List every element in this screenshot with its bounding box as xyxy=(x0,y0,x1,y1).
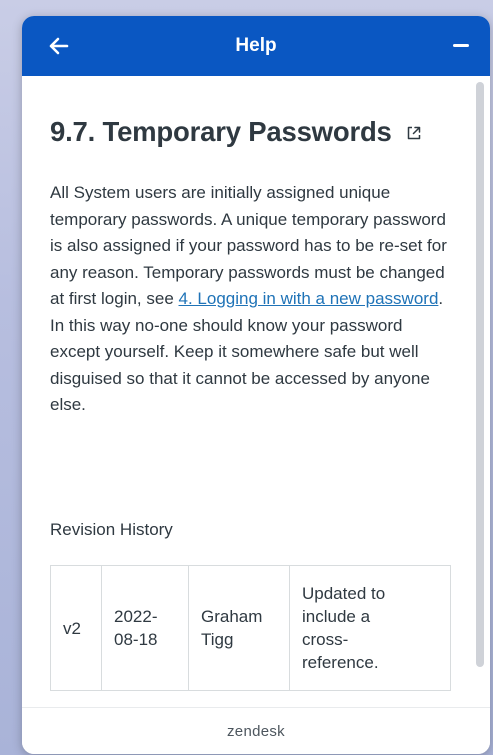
change-line-4: reference. xyxy=(302,653,379,672)
version-text: v2 xyxy=(63,618,81,638)
scrollbar[interactable] xyxy=(476,82,484,667)
zendesk-logo[interactable]: zendesk xyxy=(227,723,285,740)
change-line-3: cross- xyxy=(302,630,349,649)
arrow-left-icon xyxy=(49,37,69,55)
revision-history-table: v2 2022- 08-18 Graham Tigg Updated to in… xyxy=(50,565,451,691)
article-body: All System users are initially assigned … xyxy=(50,180,452,419)
external-link-icon xyxy=(407,126,420,140)
article-title: 9.7. Temporary Passwords xyxy=(50,116,392,147)
header-title: Help xyxy=(235,35,277,56)
open-in-new-window-button[interactable] xyxy=(406,125,424,143)
widget-header: Help xyxy=(22,16,490,76)
back-button[interactable] xyxy=(44,31,74,61)
article-content[interactable]: 9.7. Temporary Passwords All System user… xyxy=(22,76,490,708)
version-cell: v2 xyxy=(50,565,102,691)
date-line-2: 08-18 xyxy=(114,630,158,649)
change-line-1: Updated to xyxy=(302,584,386,603)
author-cell: Graham Tigg xyxy=(188,565,290,691)
author-line-2: Tigg xyxy=(201,630,234,649)
change-cell: Updated to include a cross- reference. xyxy=(289,565,451,691)
date-cell: 2022- 08-18 xyxy=(101,565,189,691)
table-row: v2 2022- 08-18 Graham Tigg Updated to in… xyxy=(50,565,451,691)
article-title-row: 9.7. Temporary Passwords xyxy=(50,116,450,148)
minimize-button[interactable] xyxy=(446,31,476,61)
date-line-1: 2022- xyxy=(114,607,158,626)
revision-history-heading: Revision History xyxy=(50,520,173,539)
change-line-2: include a xyxy=(302,607,371,626)
footer: zendesk xyxy=(22,707,490,754)
help-widget: Help 9.7. Temporary Passwords All System… xyxy=(22,16,490,754)
minimize-icon xyxy=(453,44,469,47)
logging-in-link[interactable]: 4. Logging in with a new password xyxy=(179,289,439,308)
author-line-1: Graham xyxy=(201,607,263,626)
